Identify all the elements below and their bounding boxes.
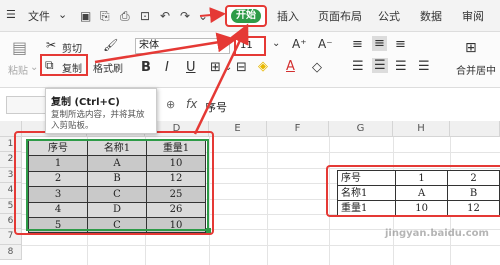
font-name-select[interactable]: 宋体	[135, 38, 230, 54]
grid-line	[22, 245, 500, 246]
source-highlight	[14, 131, 214, 235]
align-left-icon[interactable]: ☰	[352, 59, 364, 74]
font-color-icon[interactable]: A	[286, 59, 295, 74]
align-right-icon[interactable]: ☰	[395, 59, 407, 74]
tooltip-description: 复制所选内容，并将其放入剪贴板。	[51, 110, 145, 131]
tab-formulas[interactable]: 公式	[378, 8, 400, 24]
redo-icon[interactable]: ↷	[180, 9, 190, 23]
column-header-i[interactable]	[450, 121, 500, 137]
undo-icon[interactable]: ↶	[160, 9, 170, 23]
target-highlight	[326, 165, 500, 217]
row-header[interactable]: 8	[0, 244, 22, 261]
chevron-down-icon[interactable]: ⌄	[58, 8, 67, 21]
merge-center-icon[interactable]: ⊞	[465, 40, 477, 56]
menu-bar: ☰ 文件 ⌄ ▣ ⎘ ⎙ ⊡ ↶ ↷ ⌄ 开始 插入 页面布局 公式 数据 审阅	[0, 0, 500, 32]
scissors-icon[interactable]: ✂	[46, 38, 56, 52]
decrease-font-icon[interactable]: A⁻	[318, 37, 333, 51]
chevron-down-icon[interactable]: ⌄	[272, 38, 280, 49]
align-bottom-icon[interactable]: ≡	[395, 37, 406, 52]
watermark: jingyan.baidu.com	[385, 228, 489, 239]
align-middle-icon[interactable]: ≡	[372, 36, 387, 51]
print-icon[interactable]: ⎙	[120, 9, 130, 24]
tab-insert[interactable]: 插入	[277, 8, 299, 24]
tab-data[interactable]: 数据	[420, 8, 442, 24]
fill-color-icon[interactable]: ◈	[258, 59, 268, 74]
paste-icon[interactable]: ▤	[12, 38, 27, 57]
justify-icon[interactable]: ☰	[418, 59, 430, 74]
border-icon[interactable]: ⊞	[210, 60, 221, 75]
paste-button[interactable]: 粘贴	[8, 62, 28, 77]
formula-input[interactable]: 序号	[205, 99, 227, 115]
column-header-f[interactable]: F	[267, 121, 329, 137]
export-icon[interactable]: ⎘	[100, 9, 110, 24]
merge-center-button[interactable]: 合并居中	[456, 62, 496, 77]
menu-icon[interactable]: ☰	[6, 8, 16, 21]
file-menu[interactable]: 文件	[28, 8, 50, 24]
copy-button[interactable]: 复制	[62, 60, 82, 75]
column-header-e[interactable]: E	[209, 121, 267, 137]
align-center-icon[interactable]: ☰	[372, 58, 388, 73]
tooltip-title: 复制 (Ctrl+C)	[51, 97, 120, 108]
chevron-down-icon[interactable]: ⌄	[224, 62, 232, 73]
increase-font-icon[interactable]: A⁺	[292, 37, 307, 51]
underline-icon[interactable]: U	[186, 60, 196, 75]
bold-icon[interactable]: B	[141, 60, 151, 75]
save-icon[interactable]: ▣	[80, 9, 91, 23]
font-size-select[interactable]: 11	[234, 36, 266, 56]
format-painter-button[interactable]: 格式刷	[93, 60, 123, 75]
italic-icon[interactable]: I	[165, 60, 169, 75]
grid-line	[267, 137, 268, 265]
copy-icon[interactable]: ⧉	[45, 58, 54, 73]
column-header-g[interactable]: G	[329, 121, 393, 137]
eraser-icon[interactable]: ◇	[312, 60, 322, 75]
cut-button[interactable]: 剪切	[62, 40, 82, 55]
tab-review[interactable]: 审阅	[462, 8, 484, 24]
copy-tooltip: 复制 (Ctrl+C) 复制所选内容，并将其放入剪贴板。	[45, 88, 157, 134]
chevron-down-icon[interactable]: ⌄	[30, 62, 38, 73]
print-preview-icon[interactable]: ⊡	[140, 9, 150, 23]
tab-start[interactable]: 开始	[225, 5, 267, 27]
chevron-down-icon[interactable]: ⌄	[198, 9, 208, 23]
tab-page-layout[interactable]: 页面布局	[318, 8, 362, 24]
merge-icon[interactable]: ⊟	[236, 60, 247, 75]
column-header-h[interactable]: H	[393, 121, 450, 137]
fx-icon[interactable]: fx	[186, 97, 197, 111]
align-top-icon[interactable]: ≡	[352, 37, 363, 52]
format-painter-icon[interactable]: 🖌	[103, 38, 118, 52]
zoom-icon[interactable]: ⊕	[166, 98, 175, 111]
